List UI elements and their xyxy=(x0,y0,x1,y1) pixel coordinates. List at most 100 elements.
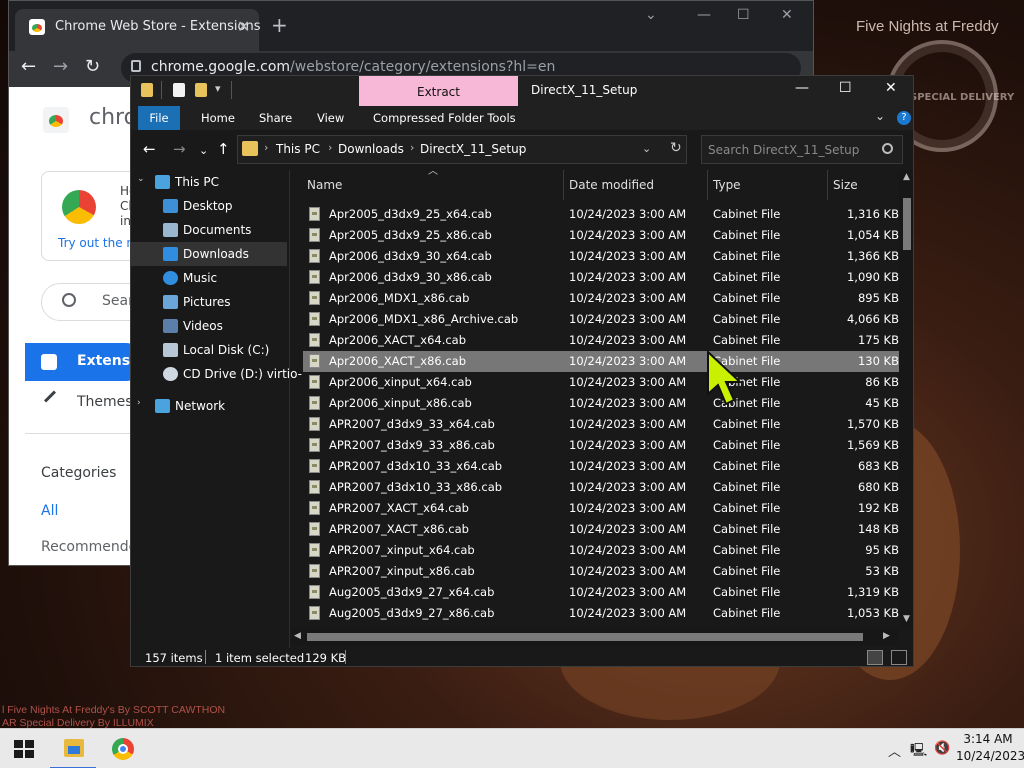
close-button[interactable]: ✕ xyxy=(885,80,897,96)
nav-item-network[interactable]: › Network xyxy=(131,394,287,418)
taskbar-file-explorer[interactable] xyxy=(50,729,96,768)
chevron-right-icon[interactable]: › xyxy=(410,141,414,154)
file-row[interactable]: APR2007_xinput_x64.cab 10/24/2023 3:00 AM… xyxy=(303,540,899,561)
tab-share[interactable]: Share xyxy=(249,106,302,130)
nav-extensions[interactable]: Extensio xyxy=(25,343,145,381)
properties-icon[interactable] xyxy=(173,83,185,97)
taskbar-chrome[interactable] xyxy=(100,729,146,768)
file-row[interactable]: APR2007_XACT_x86.cab 10/24/2023 3:00 AM Ca… xyxy=(303,519,899,540)
details-view-icon[interactable] xyxy=(867,650,883,665)
file-row[interactable]: Aug2005_d3dx9_27_x86.cab 10/24/2023 3:00 … xyxy=(303,603,899,624)
maximize-button[interactable]: ☐ xyxy=(839,80,852,96)
large-icons-view-icon[interactable] xyxy=(891,650,907,665)
chevron-down-icon[interactable]: ⌄ xyxy=(645,7,657,23)
scroll-up-icon[interactable]: ▲ xyxy=(903,172,910,182)
forward-button[interactable]: → xyxy=(53,57,68,77)
up-button[interactable]: ↑ xyxy=(217,140,230,158)
back-button[interactable]: ← xyxy=(143,140,156,158)
chevron-right-icon[interactable]: › xyxy=(264,141,268,154)
column-header-size[interactable]: Size xyxy=(833,170,858,200)
chevron-right-icon[interactable]: › xyxy=(518,141,522,154)
chevron-down-icon[interactable]: ⌄ xyxy=(137,174,145,184)
breadcrumb-downloads[interactable]: Downloads xyxy=(338,142,404,156)
search-icon[interactable] xyxy=(882,143,893,154)
expand-ribbon-icon[interactable]: ⌄ xyxy=(875,109,885,123)
nav-item-desktop[interactable]: Desktop xyxy=(131,194,287,218)
file-row[interactable]: APR2007_d3dx10_33_x64.cab 10/24/2023 3:00… xyxy=(303,456,899,477)
nav-item-pictures[interactable]: Pictures xyxy=(131,290,287,314)
clock-time[interactable]: 3:14 AM xyxy=(960,732,1016,746)
column-header-type[interactable]: Type xyxy=(713,170,741,200)
web-store-logo-icon[interactable] xyxy=(43,107,69,133)
file-row[interactable]: Apr2006_MDX1_x86.cab 10/24/2023 3:00 AM Ca… xyxy=(303,288,899,309)
file-row[interactable]: APR2007_d3dx9_33_x86.cab 10/24/2023 3:00 … xyxy=(303,435,899,456)
chevron-right-icon[interactable]: › xyxy=(328,141,332,154)
scroll-left-icon[interactable]: ◀ xyxy=(294,631,301,641)
tab-close-icon[interactable]: ✕ xyxy=(237,17,250,36)
file-row[interactable]: APR2007_XACT_x64.cab 10/24/2023 3:00 AM Ca… xyxy=(303,498,899,519)
file-row[interactable]: Aug2005_d3dx9_27_x64.cab 10/24/2023 3:00 … xyxy=(303,582,899,603)
category-all[interactable]: All xyxy=(41,503,58,519)
pane-divider[interactable] xyxy=(289,170,290,648)
forward-button[interactable]: → xyxy=(173,140,186,158)
search-input[interactable] xyxy=(708,141,878,158)
scroll-right-icon[interactable]: ▶ xyxy=(883,631,890,641)
nav-item-music[interactable]: Music xyxy=(131,266,287,290)
scroll-down-icon[interactable]: ▼ xyxy=(903,614,910,624)
file-row[interactable]: APR2007_d3dx9_33_x64.cab 10/24/2023 3:00 … xyxy=(303,414,899,435)
show-hidden-icons-icon[interactable]: ︿ xyxy=(888,741,901,760)
new-folder-icon[interactable] xyxy=(195,83,207,97)
refresh-icon[interactable]: ↻ xyxy=(670,140,682,156)
breadcrumb-this-pc[interactable]: This PC xyxy=(276,142,320,156)
tab-file[interactable]: File xyxy=(138,106,180,130)
promo-link[interactable]: Try out the ne xyxy=(58,236,141,250)
nav-item-videos[interactable]: Videos xyxy=(131,314,287,338)
volume-muted-icon[interactable]: 🔇 xyxy=(934,741,950,756)
file-row[interactable]: Apr2005_d3dx9_25_x64.cab 10/24/2023 3:00 … xyxy=(303,204,899,225)
horizontal-scroll-thumb[interactable] xyxy=(307,633,863,641)
file-row[interactable]: Apr2006_d3dx9_30_x86.cab 10/24/2023 3:00 … xyxy=(303,267,899,288)
address-bar[interactable]: › This PC › Downloads › DirectX_11_Setup… xyxy=(237,135,687,164)
file-row[interactable]: Apr2005_d3dx9_25_x86.cab 10/24/2023 3:00 … xyxy=(303,225,899,246)
back-button[interactable]: ← xyxy=(21,57,36,77)
file-row[interactable]: APR2007_d3dx10_33_x86.cab 10/24/2023 3:00… xyxy=(303,477,899,498)
network-icon[interactable]: 🖳 xyxy=(910,741,927,763)
column-header-name[interactable]: Name xyxy=(307,170,342,200)
column-resize-handle[interactable] xyxy=(563,170,564,200)
category-recommended[interactable]: Recommende xyxy=(41,539,137,555)
tab-view[interactable]: View xyxy=(307,106,354,130)
minimize-button[interactable]: — xyxy=(795,80,809,96)
file-row[interactable]: Apr2006_XACT_x64.cab 10/24/2023 3:00 AM Ca… xyxy=(303,330,899,351)
lock-icon[interactable] xyxy=(131,60,141,72)
breadcrumb-directx[interactable]: DirectX_11_Setup xyxy=(420,142,526,156)
nav-themes[interactable]: Themes xyxy=(25,385,145,421)
maximize-button[interactable]: ☐ xyxy=(737,7,750,23)
recent-locations-icon[interactable]: ⌄ xyxy=(199,142,208,160)
reload-button[interactable]: ↻ xyxy=(85,57,100,77)
column-header-date[interactable]: Date modified xyxy=(569,170,654,200)
column-resize-handle[interactable] xyxy=(827,170,828,200)
vertical-scroll-thumb[interactable] xyxy=(903,198,911,250)
search-box[interactable] xyxy=(701,135,903,164)
nav-item-downloads[interactable]: Downloads xyxy=(131,242,287,266)
file-explorer-window[interactable]: ▾ Extract DirectX_11_Setup — ☐ ✕ File Ho… xyxy=(130,75,914,667)
file-row[interactable]: Apr2006_XACT_x86.cab 10/24/2023 3:00 AM Ca… xyxy=(303,351,899,372)
help-icon[interactable]: ? xyxy=(897,111,911,125)
vertical-scrollbar[interactable]: ▲ ▼ xyxy=(899,170,913,628)
new-tab-button[interactable]: + xyxy=(271,15,288,35)
horizontal-scrollbar[interactable]: ◀ ▶ xyxy=(291,628,899,646)
start-button[interactable] xyxy=(14,740,34,758)
clock-date[interactable]: 10/24/2023 xyxy=(956,749,1024,763)
extract-context-tab[interactable]: Extract xyxy=(359,76,518,106)
file-row[interactable]: Apr2006_d3dx9_30_x64.cab 10/24/2023 3:00 … xyxy=(303,246,899,267)
file-row[interactable]: Apr2006_xinput_x86.cab 10/24/2023 3:00 AM… xyxy=(303,393,899,414)
chevron-right-icon[interactable]: › xyxy=(137,398,141,408)
file-row[interactable]: APR2007_xinput_x86.cab 10/24/2023 3:00 AM… xyxy=(303,561,899,582)
url-text[interactable]: chrome.google.com/webstore/category/exte… xyxy=(151,59,555,75)
file-row[interactable]: Apr2006_xinput_x64.cab 10/24/2023 3:00 AM… xyxy=(303,372,899,393)
file-row[interactable]: Apr2006_MDX1_x86_Archive.cab 10/24/2023 3… xyxy=(303,309,899,330)
chrome-tab-web-store[interactable]: Chrome Web Store - Extensions ✕ xyxy=(15,9,261,51)
tab-compressed-folder-tools[interactable]: Compressed Folder Tools xyxy=(363,106,526,130)
nav-item-cd-drive[interactable]: CD Drive (D:) virtio- xyxy=(131,362,302,386)
close-button[interactable]: ✕ xyxy=(781,7,793,23)
